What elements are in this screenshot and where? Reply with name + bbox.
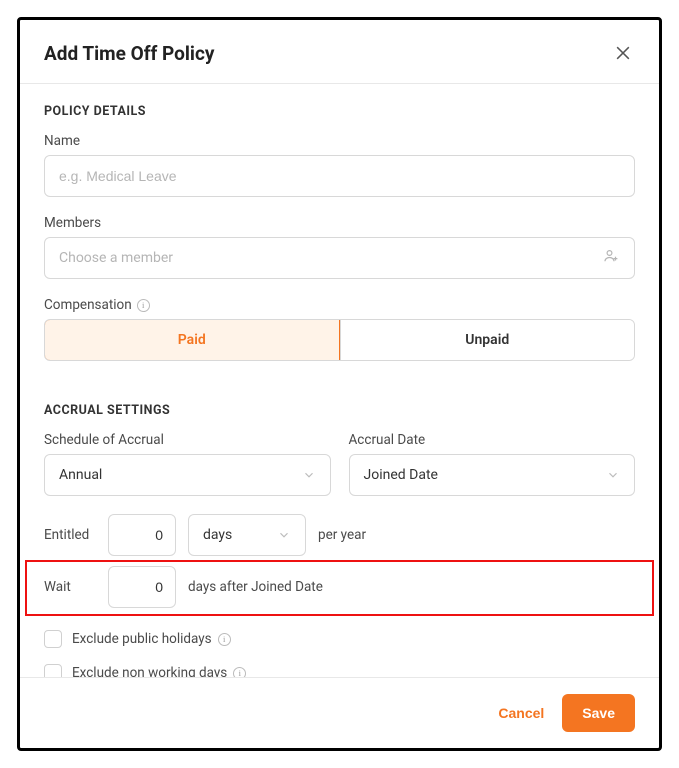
- accrual-date-select[interactable]: Joined Date: [349, 454, 636, 496]
- entitled-suffix: per year: [318, 527, 366, 543]
- section-policy-details: POLICY DETAILS: [44, 104, 635, 119]
- members-placeholder: Choose a member: [59, 250, 173, 266]
- dialog-title: Add Time Off Policy: [44, 42, 214, 65]
- compensation-label: Compensation i: [44, 297, 635, 313]
- wait-suffix: days after Joined Date: [188, 579, 323, 595]
- entitled-unit-select[interactable]: days: [188, 514, 306, 556]
- chevron-down-icon: [606, 468, 620, 482]
- name-label: Name: [44, 133, 635, 149]
- save-button[interactable]: Save: [562, 694, 635, 732]
- dialog-content: POLICY DETAILS Name Members Choose a mem…: [20, 84, 659, 677]
- dialog-footer: Cancel Save: [20, 677, 659, 748]
- close-button[interactable]: [613, 43, 635, 65]
- members-label: Members: [44, 215, 635, 231]
- schedule-select[interactable]: Annual: [44, 454, 331, 496]
- schedule-label: Schedule of Accrual: [44, 432, 331, 448]
- dialog-header: Add Time Off Policy: [20, 20, 659, 84]
- compensation-paid[interactable]: Paid: [44, 319, 340, 361]
- info-icon[interactable]: i: [233, 667, 246, 678]
- name-input[interactable]: [44, 155, 635, 197]
- close-icon: [613, 43, 633, 63]
- add-member-icon: [602, 247, 620, 269]
- members-input[interactable]: Choose a member: [44, 237, 635, 279]
- wait-input[interactable]: [108, 566, 176, 608]
- compensation-unpaid[interactable]: Unpaid: [340, 320, 635, 360]
- exclude-nonworking-label: Exclude non working days i: [72, 665, 246, 677]
- exclude-nonworking-checkbox[interactable]: [44, 664, 62, 677]
- wait-label: Wait: [44, 579, 96, 595]
- cancel-button[interactable]: Cancel: [498, 705, 544, 721]
- exclude-holidays-checkbox[interactable]: [44, 630, 62, 648]
- info-icon[interactable]: i: [137, 299, 150, 312]
- section-accrual-settings: ACCRUAL SETTINGS: [44, 403, 635, 418]
- chevron-down-icon: [277, 528, 291, 542]
- exclude-holidays-label: Exclude public holidays i: [72, 631, 231, 647]
- entitled-label: Entitled: [44, 527, 96, 543]
- info-icon[interactable]: i: [218, 633, 231, 646]
- compensation-toggle: Paid Unpaid: [44, 319, 635, 361]
- entitled-input[interactable]: [108, 514, 176, 556]
- chevron-down-icon: [302, 468, 316, 482]
- accrual-date-label: Accrual Date: [349, 432, 636, 448]
